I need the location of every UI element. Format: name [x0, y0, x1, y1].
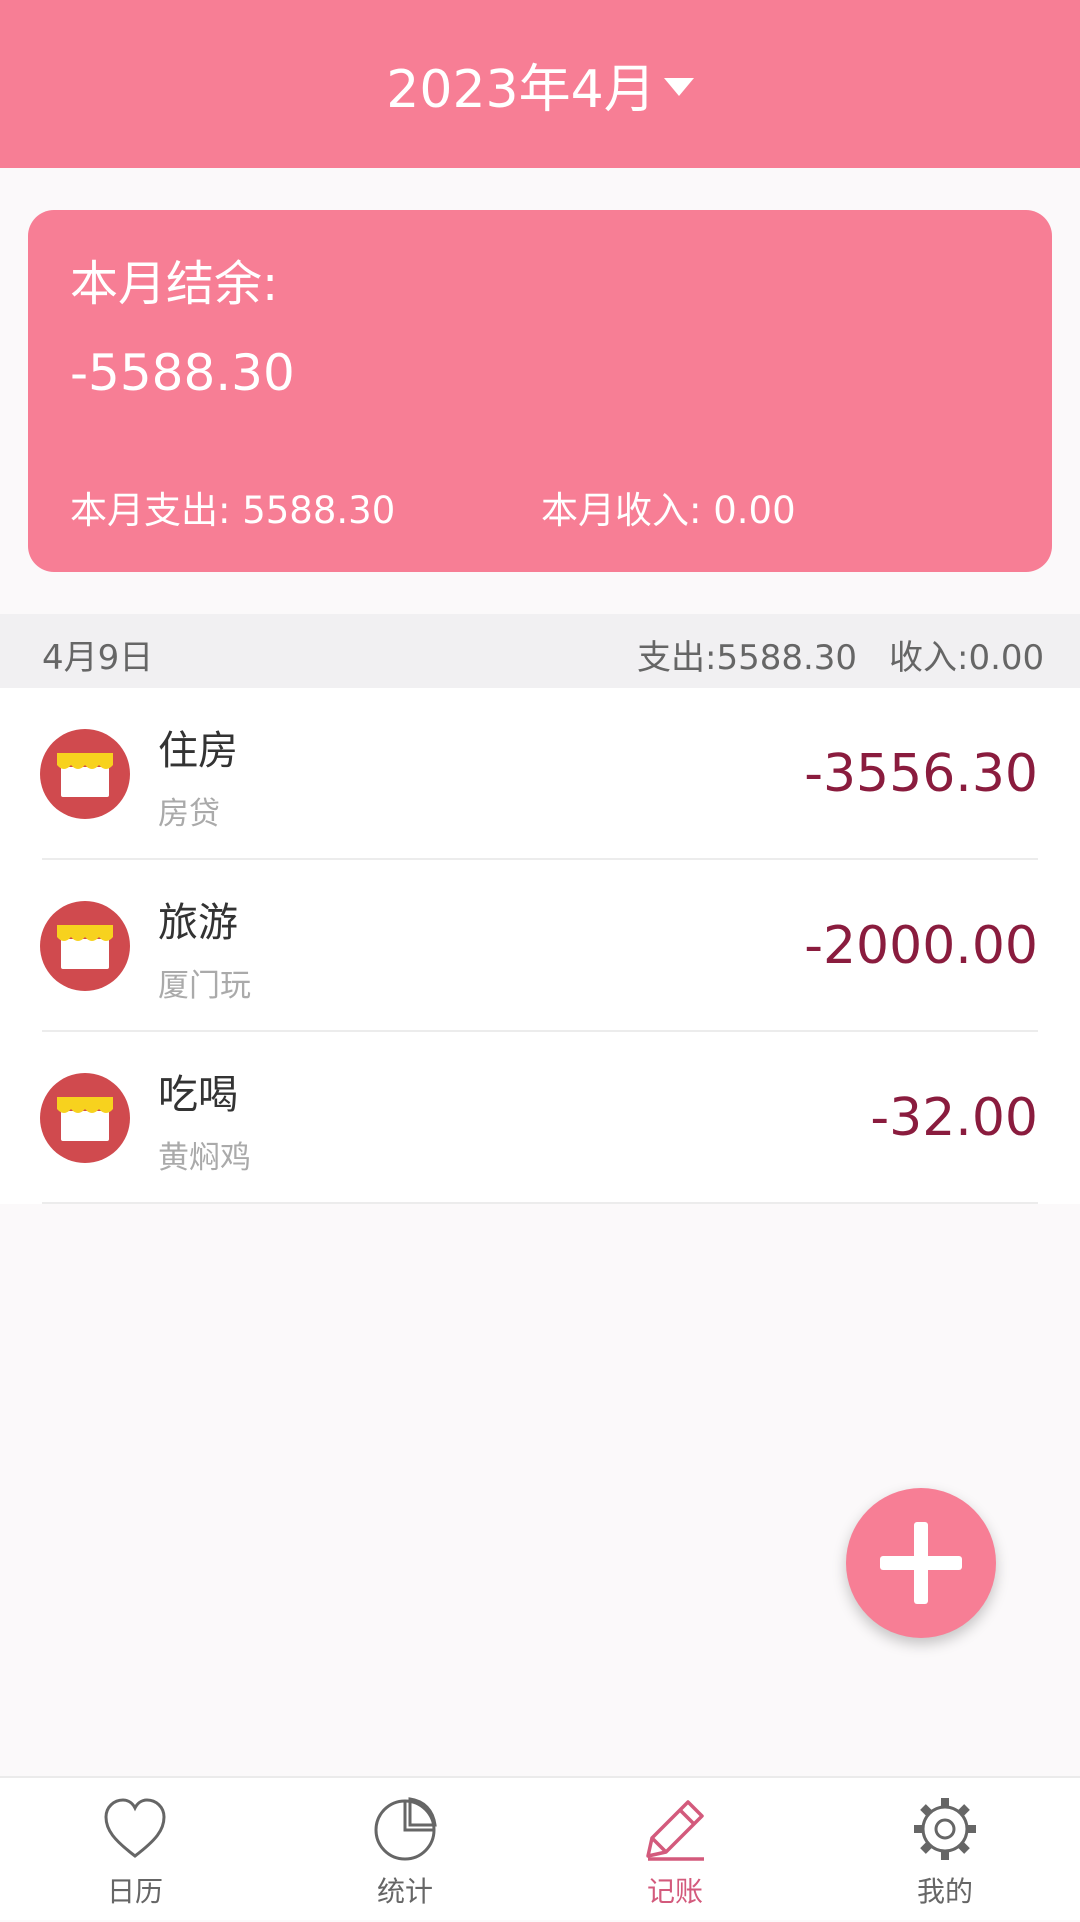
transaction-list: 住房 房贷 -3556.30 旅游 厦门玩 -2000.00 吃喝 黄焖鸡 -3… — [0, 688, 1080, 1204]
monthly-income: 本月收入: 0.00 — [541, 489, 796, 532]
bottom-tab-bar: 日历 统计 记账 我的 — [0, 1776, 1080, 1920]
transaction-note: 房贷 — [158, 796, 220, 832]
shop-icon — [40, 729, 130, 819]
transaction-note: 黄焖鸡 — [158, 1140, 251, 1176]
gear-icon — [914, 1798, 976, 1860]
transaction-row[interactable]: 吃喝 黄焖鸡 -32.00 — [0, 1032, 1080, 1204]
monthly-expense: 本月支出: 5588.30 — [70, 489, 396, 532]
top-bar: 2023年4月 — [0, 0, 1080, 168]
tab-bookkeeping[interactable]: 记账 — [540, 1778, 810, 1922]
transaction-amount: -3556.30 — [804, 744, 1038, 804]
tab-label: 日历 — [106, 1875, 163, 1908]
day-date: 4月9日 — [42, 638, 154, 678]
tab-profile[interactable]: 我的 — [810, 1778, 1080, 1922]
balance-value: -5588.30 — [70, 344, 295, 402]
heart-icon — [104, 1798, 166, 1858]
divider — [42, 1202, 1038, 1204]
pencil-icon — [646, 1800, 704, 1861]
plus-icon — [880, 1522, 962, 1604]
month-picker[interactable]: 2023年4月 — [386, 47, 694, 122]
transaction-row[interactable]: 旅游 厦门玩 -2000.00 — [0, 860, 1080, 1032]
shop-icon — [40, 901, 130, 991]
caret-down-icon — [663, 78, 694, 96]
month-label: 2023年4月 — [386, 59, 656, 120]
transaction-note: 厦门玩 — [158, 968, 251, 1004]
transaction-row[interactable]: 住房 房贷 -3556.30 — [0, 688, 1080, 860]
monthly-summary-card: 本月结余: -5588.30 本月支出: 5588.30 本月收入: 0.00 — [28, 210, 1052, 572]
transaction-category: 住房 — [158, 728, 238, 774]
day-income: 收入:0.00 — [889, 638, 1045, 678]
transaction-category: 吃喝 — [158, 1072, 238, 1118]
tab-statistics[interactable]: 统计 — [270, 1778, 540, 1922]
balance-label: 本月结余: — [70, 256, 279, 312]
add-record-button[interactable] — [846, 1488, 996, 1638]
transaction-amount: -2000.00 — [804, 916, 1038, 976]
tab-label: 我的 — [916, 1875, 973, 1908]
tab-label: 记账 — [646, 1875, 703, 1908]
shop-icon — [40, 1073, 130, 1163]
day-expense: 支出:5588.30 — [637, 638, 858, 678]
pie-chart-icon — [374, 1797, 437, 1861]
tab-label: 统计 — [376, 1875, 433, 1908]
day-group-header: 4月9日 支出:5588.30 收入:0.00 — [0, 614, 1080, 688]
tab-calendar[interactable]: 日历 — [0, 1778, 270, 1922]
transaction-amount: -32.00 — [870, 1088, 1038, 1148]
transaction-category: 旅游 — [158, 900, 238, 946]
